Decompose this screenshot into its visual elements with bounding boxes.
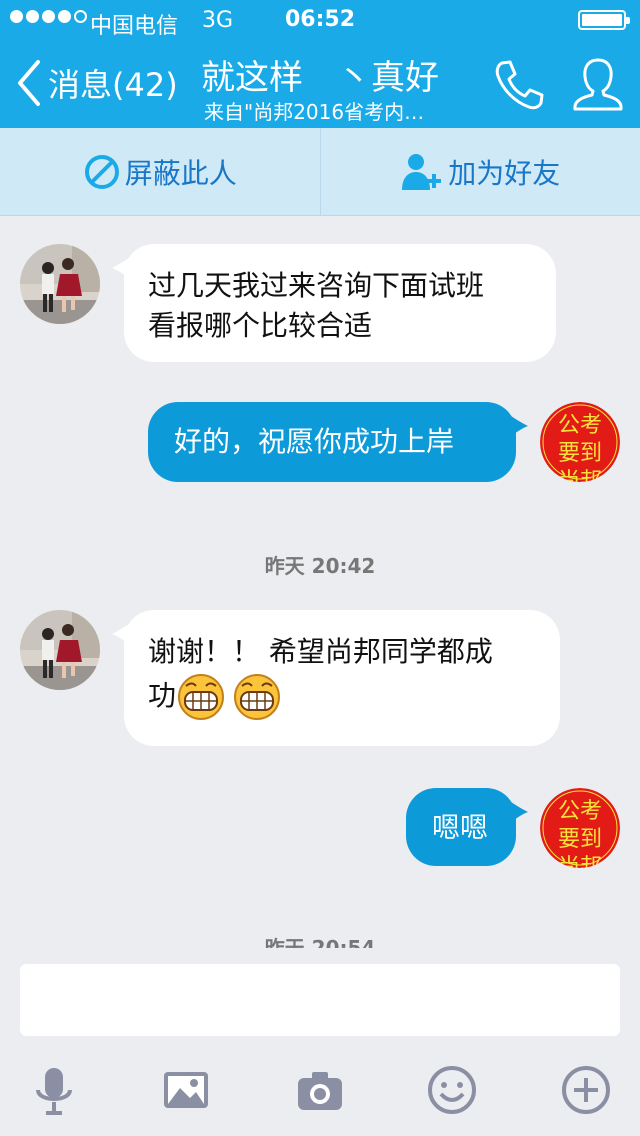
smiley-icon[interactable]: [422, 1060, 482, 1120]
contact-avatar[interactable]: [20, 610, 100, 690]
block-user-label: 屏蔽此人: [124, 156, 237, 190]
grin-emoji-icon: [178, 674, 225, 720]
navigation-bar: 消息(42) 就这样 丶真好 来自"尚邦2016省考内部…: [0, 40, 640, 128]
contact-actions-bar: 屏蔽此人 加为好友: [0, 128, 640, 216]
self-avatar-text: 公考要到尚邦: [557, 413, 602, 482]
status-bar: 中国电信 3G 06:52: [0, 0, 640, 40]
message-text: 嗯嗯: [432, 811, 489, 844]
self-avatar[interactable]: 公考要到尚邦: [540, 788, 620, 868]
input-area: [0, 948, 640, 1136]
camera-icon[interactable]: [290, 1060, 350, 1120]
chat-subtitle: 来自"尚邦2016省考内部…: [204, 100, 444, 124]
timestamp-divider: 昨天 20:42: [264, 554, 376, 578]
battery-icon: [578, 10, 630, 30]
phone-icon[interactable]: [488, 54, 548, 114]
message-bubble-outgoing[interactable]: 嗯嗯: [406, 788, 528, 866]
add-friend-label: 加为好友: [448, 156, 561, 190]
add-friend-button[interactable]: 加为好友: [319, 128, 640, 215]
self-avatar[interactable]: 公考要到尚邦: [540, 402, 620, 482]
add-friend-icon: [402, 153, 442, 190]
plus-icon[interactable]: [556, 1060, 616, 1120]
grin-emoji-icon: [234, 674, 281, 720]
self-avatar-text: 公考要到尚邦: [557, 799, 602, 868]
contact-avatar[interactable]: [20, 244, 100, 324]
message-bubble-outgoing[interactable]: 好的，祝愿你成功上岸: [148, 402, 528, 482]
image-icon[interactable]: [156, 1060, 216, 1120]
message-text: 过几天我过来咨询下面试班 看报哪个比较合适: [148, 269, 485, 342]
microphone-icon[interactable]: [24, 1060, 84, 1120]
message-input[interactable]: [20, 964, 620, 1036]
message-text: 好的，祝愿你成功上岸: [174, 425, 455, 458]
message-bubble-incoming[interactable]: 谢谢！！ 希望尚邦同学都成 功: [112, 610, 560, 746]
message-bubble-incoming[interactable]: 过几天我过来咨询下面试班 看报哪个比较合适: [112, 244, 556, 362]
status-time: 06:52: [284, 7, 356, 32]
block-user-button[interactable]: 屏蔽此人: [0, 128, 320, 215]
block-icon: [84, 154, 119, 189]
person-icon[interactable]: [568, 54, 628, 114]
